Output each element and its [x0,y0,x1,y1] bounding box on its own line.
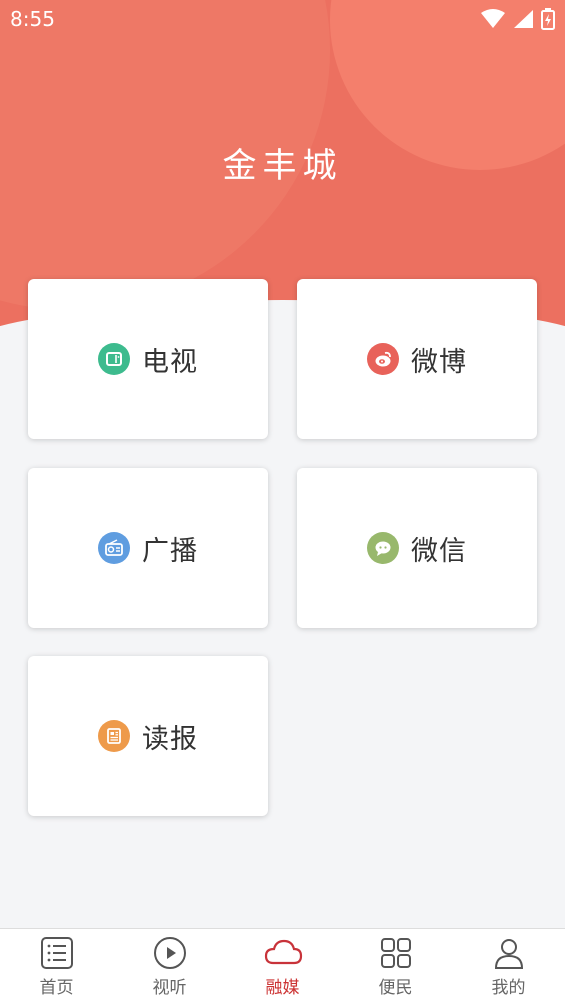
grid-icon [380,938,411,968]
list-icon [40,937,73,969]
status-bar: 8:55 [0,0,565,38]
tab-label: 视听 [152,978,187,998]
card-wechat[interactable]: 微信 [297,468,537,628]
radio-icon [98,532,130,564]
card-label: 电视 [142,346,198,378]
card-tv[interactable]: 电视 [28,279,268,439]
tab-home[interactable]: 首页 [0,929,113,1005]
card-label: 微信 [411,535,467,567]
tab-services[interactable]: 便民 [339,929,452,1005]
tab-mine[interactable]: 我的 [452,929,565,1005]
weibo-icon [367,343,399,375]
card-weibo[interactable]: 微博 [297,279,537,439]
status-time: 8:55 [10,7,55,31]
page-title: 金丰城 [222,146,343,186]
tab-label: 我的 [491,978,526,998]
tab-label: 融媒 [265,978,300,998]
bottom-tab-bar: 首页 视听 融媒 便民 我的 [0,928,565,1005]
tab-media[interactable]: 视听 [113,929,226,1005]
tv-icon [98,343,130,375]
wechat-icon [367,532,399,564]
card-label: 读报 [142,723,198,755]
battery-charging-icon [541,8,555,30]
wifi-icon [481,9,505,28]
cellular-signal-icon [514,10,533,28]
user-icon [494,939,523,969]
tab-label: 首页 [39,978,74,998]
card-label: 广播 [142,535,198,567]
cloud-icon [264,939,302,965]
tab-rongmei[interactable]: 融媒 [226,929,339,1005]
card-radio[interactable]: 广播 [28,468,268,628]
newspaper-icon [98,720,130,752]
tab-label: 便民 [378,978,413,998]
play-circle-icon [153,937,186,969]
card-newspaper[interactable]: 读报 [28,656,268,816]
status-icons [481,8,555,30]
card-label: 微博 [411,346,467,378]
